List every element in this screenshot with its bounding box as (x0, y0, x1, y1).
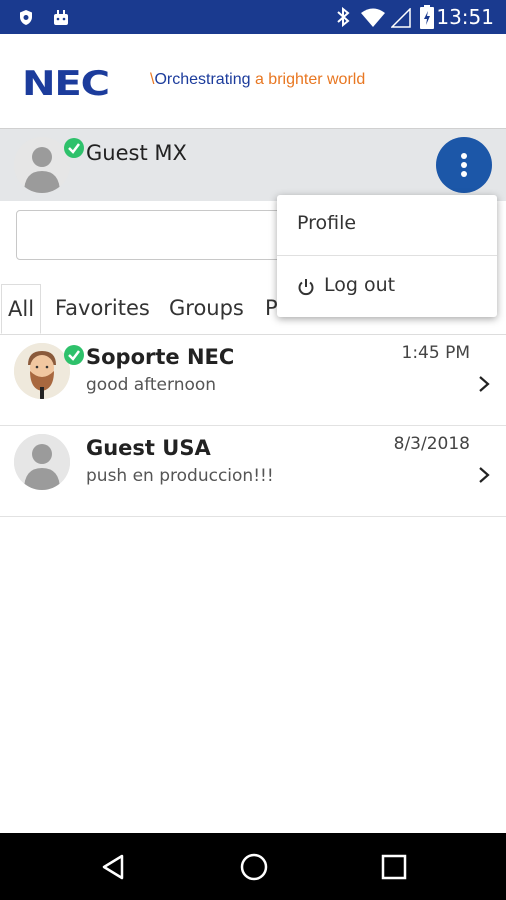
nec-logo: NEC (22, 64, 110, 104)
back-icon[interactable] (100, 853, 126, 881)
contact-avatar (14, 343, 70, 399)
contact-name: Soporte NEC (86, 345, 235, 369)
tagline-part1: Orchestrating (154, 71, 251, 88)
app-header: NEC \Orchestrating a brighter world (0, 34, 506, 128)
menu-item-profile[interactable]: Profile (277, 195, 497, 256)
android-icon (54, 10, 68, 25)
home-icon[interactable] (239, 852, 269, 882)
current-user-name: Guest MX (86, 141, 187, 165)
menu-item-logout-label: Log out (324, 274, 396, 296)
bearded-man-avatar-icon (14, 343, 70, 399)
tab-more[interactable]: P (265, 284, 278, 332)
tab-all[interactable]: All (1, 284, 42, 334)
more-vertical-icon (461, 153, 467, 177)
last-message: push en produccion!!! (86, 466, 274, 486)
contact-name: Guest USA (86, 436, 211, 460)
current-user-bar: Guest MX (0, 128, 506, 201)
presence-online-icon (64, 345, 84, 365)
overflow-menu: Profile Log out (277, 195, 497, 317)
presence-online-icon (64, 138, 84, 158)
last-message: good afternoon (86, 375, 217, 395)
status-time: 13:51 (436, 5, 494, 29)
recents-icon[interactable] (381, 854, 407, 880)
menu-item-logout[interactable]: Log out (277, 257, 497, 317)
shield-icon (20, 10, 32, 25)
tagline-part2: a brighter world (254, 71, 366, 88)
bluetooth-icon (337, 7, 350, 27)
system-nav-bar (0, 833, 506, 900)
message-time: 8/3/2018 (393, 434, 470, 454)
person-placeholder-icon (14, 137, 70, 193)
user-avatar[interactable] (14, 137, 70, 193)
wifi-icon (361, 8, 385, 27)
status-bar: 13:51 (0, 0, 506, 34)
tagline: \Orchestrating a brighter world (150, 71, 366, 88)
chevron-right-icon (479, 467, 490, 483)
battery-charging-icon (420, 5, 434, 29)
chevron-right-icon (479, 376, 490, 392)
conversation-row[interactable]: Guest USA push en produccion!!! 8/3/2018 (0, 426, 506, 517)
person-placeholder-icon (14, 434, 70, 490)
tab-groups[interactable]: Groups (169, 284, 244, 332)
conversation-row[interactable]: Soporte NEC good afternoon 1:45 PM (0, 335, 506, 426)
message-time: 1:45 PM (401, 343, 471, 363)
contact-avatar (14, 434, 70, 490)
menu-item-profile-label: Profile (297, 212, 357, 234)
power-icon (298, 279, 314, 296)
overflow-menu-button[interactable] (436, 137, 492, 193)
signal-icon (391, 8, 411, 28)
tab-favorites[interactable]: Favorites (55, 284, 150, 332)
